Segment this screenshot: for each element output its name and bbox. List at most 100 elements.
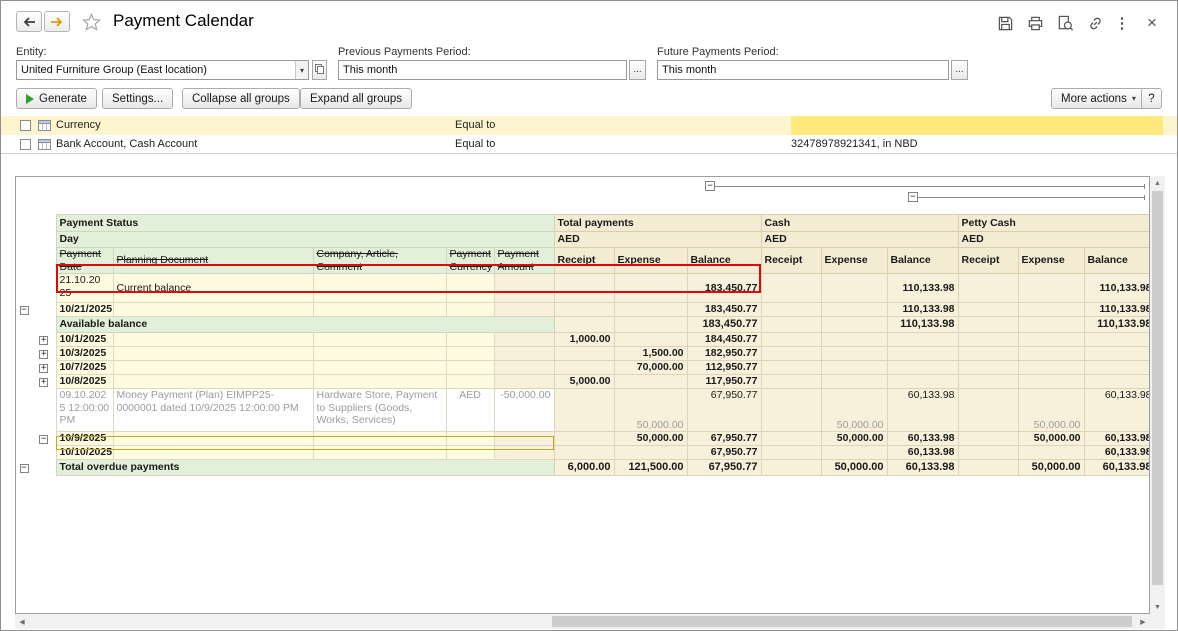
cell-cb[interactable]	[887, 347, 958, 361]
cell-tb[interactable]: 183,450.77	[687, 303, 761, 317]
cell-currency[interactable]	[446, 274, 494, 303]
print-preview-button[interactable]	[1054, 12, 1076, 34]
cell-pb[interactable]: 60,133.98	[1084, 460, 1149, 476]
cell-doc[interactable]	[113, 347, 313, 361]
cell-currency[interactable]	[446, 375, 494, 389]
cell-amount[interactable]	[494, 446, 554, 460]
cell-tb[interactable]: 183,450.77	[687, 274, 761, 303]
cell-te[interactable]: 70,000.00	[614, 361, 687, 375]
cell-cr[interactable]	[761, 303, 821, 317]
cell-doc[interactable]	[113, 432, 313, 446]
print-button[interactable]	[1024, 12, 1046, 34]
cell-pb[interactable]: 110,133.98	[1084, 303, 1149, 317]
cell-te[interactable]	[614, 375, 687, 389]
cell-cr[interactable]	[761, 361, 821, 375]
cell-company[interactable]	[313, 432, 446, 446]
cell-pr[interactable]	[958, 446, 1018, 460]
cell-date[interactable]: 10/3/2025	[56, 347, 113, 361]
cell-tb[interactable]: 183,450.77	[687, 317, 761, 333]
cell-amount[interactable]: -50,000.00	[494, 389, 554, 432]
collapse-icon[interactable]: −	[20, 306, 29, 315]
cell-amount[interactable]	[494, 274, 554, 303]
cell-cb[interactable]	[887, 375, 958, 389]
cell-tr[interactable]	[554, 317, 614, 333]
horizontal-scrollbar-thumb[interactable]	[552, 616, 1132, 627]
cell-tr[interactable]: 1,000.00	[554, 333, 614, 347]
cell-pe[interactable]	[1018, 317, 1084, 333]
cell-company[interactable]	[313, 375, 446, 389]
header-group-total-payments[interactable]: Total payments	[554, 215, 761, 232]
more-menu-button[interactable]: ⋮	[1111, 12, 1133, 34]
cell-tr[interactable]: 5,000.00	[554, 375, 614, 389]
currency-filter-value-cell[interactable]	[791, 116, 1163, 135]
cell-pb[interactable]	[1084, 347, 1149, 361]
cell-date[interactable]: 21.10.2025	[56, 274, 113, 303]
forward-button[interactable]	[44, 11, 70, 32]
cell-company[interactable]	[313, 446, 446, 460]
cell-currency[interactable]: AED	[446, 389, 494, 432]
cell-pe[interactable]	[1018, 361, 1084, 375]
cell-pe[interactable]: 50,000.00	[1018, 432, 1084, 446]
cell-pr[interactable]	[958, 389, 1018, 432]
cell-tr[interactable]: 6,000.00	[554, 460, 614, 476]
cell-pb[interactable]: 60,133.98	[1084, 389, 1149, 432]
cell-te[interactable]: 50,000.00	[614, 432, 687, 446]
cell-ce[interactable]	[821, 317, 887, 333]
cell-tr[interactable]	[554, 446, 614, 460]
cell-doc[interactable]	[113, 303, 313, 317]
close-button[interactable]: ×	[1141, 12, 1163, 34]
cell-doc[interactable]: Current balance	[113, 274, 313, 303]
cell-ce[interactable]: 50,000.00	[821, 432, 887, 446]
cell-cb[interactable]: 60,133.98	[887, 432, 958, 446]
cell-company[interactable]: Hardware Store, Payment to Suppliers (Go…	[313, 389, 446, 432]
cell-cr[interactable]	[761, 460, 821, 476]
more-actions-button[interactable]: More actions ▾	[1051, 88, 1146, 109]
cell-pe[interactable]	[1018, 446, 1084, 460]
cell-ce[interactable]	[821, 347, 887, 361]
cell-pr[interactable]	[958, 317, 1018, 333]
cell-pr[interactable]	[958, 361, 1018, 375]
cell-te[interactable]	[614, 274, 687, 303]
future-period-browse-button[interactable]: ...	[951, 60, 968, 80]
cell-pb[interactable]: 60,133.98	[1084, 432, 1149, 446]
cell-date[interactable]: 10/7/2025	[56, 361, 113, 375]
previous-period-browse-button[interactable]: ...	[629, 60, 646, 80]
cell-date[interactable]: 10/1/2025	[56, 333, 113, 347]
cell-ce[interactable]	[821, 333, 887, 347]
cell-pr[interactable]	[958, 375, 1018, 389]
cell-pb[interactable]: 110,133.98	[1084, 317, 1149, 333]
cell-doc[interactable]	[113, 361, 313, 375]
cell-tr[interactable]	[554, 347, 614, 361]
cell-pb[interactable]	[1084, 361, 1149, 375]
cell-tb[interactable]: 67,950.77	[687, 446, 761, 460]
vertical-scrollbar[interactable]: ▲ ▼	[1150, 176, 1165, 614]
cell-amount[interactable]	[494, 361, 554, 375]
cell-amount[interactable]	[494, 432, 554, 446]
cell-amount[interactable]	[494, 333, 554, 347]
cell-pb[interactable]	[1084, 375, 1149, 389]
collapse-icon[interactable]: −	[20, 464, 29, 473]
generate-button[interactable]: Generate	[16, 88, 97, 109]
cell-tb[interactable]: 182,950.77	[687, 347, 761, 361]
cell-pb[interactable]	[1084, 333, 1149, 347]
cell-pr[interactable]	[958, 347, 1018, 361]
cell-te[interactable]	[614, 303, 687, 317]
cell-pr[interactable]	[958, 274, 1018, 303]
cell-currency[interactable]	[446, 333, 494, 347]
cell-ce[interactable]	[821, 274, 887, 303]
cell-amount[interactable]	[494, 347, 554, 361]
cell-company[interactable]	[313, 361, 446, 375]
cell-currency[interactable]	[446, 361, 494, 375]
cell-pe[interactable]	[1018, 333, 1084, 347]
header-group-petty-cash[interactable]: Petty Cash	[958, 215, 1149, 232]
get-link-button[interactable]	[1084, 12, 1106, 34]
bank-account-filter-checkbox[interactable]	[20, 139, 31, 150]
group-label[interactable]: Available balance	[56, 317, 554, 333]
cell-cb[interactable]: 60,133.98	[887, 460, 958, 476]
entity-open-button[interactable]	[312, 60, 327, 80]
cell-doc[interactable]	[113, 446, 313, 460]
cell-pe[interactable]	[1018, 274, 1084, 303]
cell-tr[interactable]	[554, 274, 614, 303]
group-label[interactable]: Total overdue payments	[56, 460, 554, 476]
expand-icon[interactable]: +	[39, 350, 48, 359]
